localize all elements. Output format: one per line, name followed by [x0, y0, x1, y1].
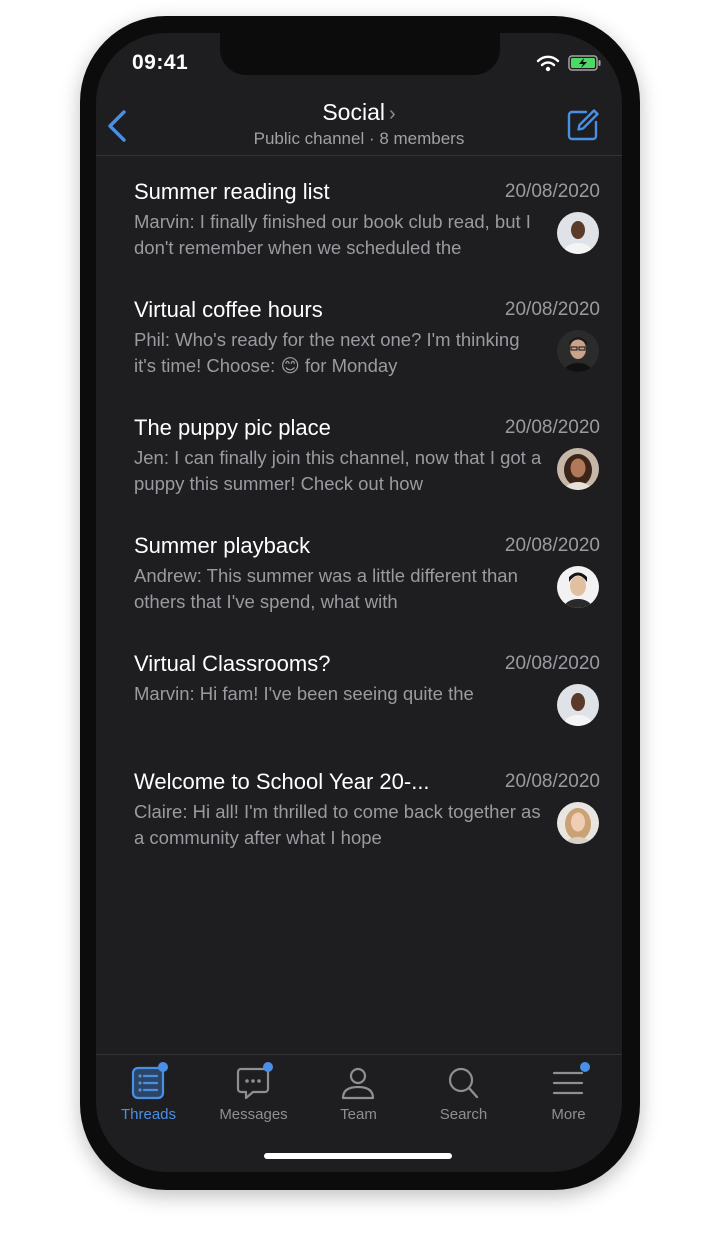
home-indicator[interactable] [264, 1153, 452, 1159]
app-screen: 09:41 Social › Public channel · 8 members… [96, 33, 622, 1172]
thread-date: 20/08/2020 [504, 653, 600, 674]
avatar-jen [557, 448, 599, 490]
avatar-marvin [557, 684, 599, 726]
tab-more[interactable]: More [516, 1060, 621, 1130]
thread-title: Welcome to School Year 20-... [134, 769, 430, 794]
thread-item[interactable]: Welcome to School Year 20-... 20/08/2020… [96, 769, 622, 887]
tab-label: Team [340, 1106, 377, 1123]
thread-title: Summer reading list [134, 179, 330, 204]
search-icon [448, 1067, 479, 1099]
thread-title: The puppy pic place [134, 415, 331, 440]
tab-threads[interactable]: Threads [96, 1060, 201, 1130]
avatar-marvin [557, 212, 599, 254]
thread-item[interactable]: Summer playback 20/08/2020 Andrew: This … [96, 533, 622, 651]
avatar-claire [557, 802, 599, 844]
thread-title: Virtual coffee hours [134, 297, 323, 322]
thread-preview: Phil: Who's ready for the next one? I'm … [134, 329, 520, 376]
thread-title: Summer playback [134, 533, 311, 558]
thread-date: 20/08/2020 [504, 535, 600, 556]
tabbar-divider [96, 1054, 622, 1055]
thread-item[interactable]: The puppy pic place 20/08/2020 Jen: I ca… [96, 415, 622, 533]
team-icon [341, 1067, 375, 1100]
thread-preview: Marvin: I finally finished our book club… [134, 211, 531, 258]
channel-title: Social [322, 99, 385, 125]
thread-item[interactable]: Virtual Classrooms? 20/08/2020 Marvin: H… [96, 651, 622, 769]
tab-team[interactable]: Team [306, 1060, 411, 1130]
thread-preview: Andrew: This summer was a little differe… [134, 565, 518, 612]
header-divider [96, 155, 622, 156]
channel-subtitle: Public channel · 8 members [253, 129, 465, 148]
tab-badge-dot [263, 1062, 273, 1072]
tab-label: Search [439, 1106, 488, 1123]
thread-date: 20/08/2020 [504, 299, 600, 320]
thread-item[interactable]: Summer reading list 20/08/2020 Marvin: I… [96, 179, 622, 297]
tab-label: More [551, 1106, 586, 1123]
chevron-right-icon: › [388, 103, 396, 125]
tab-badge-dot [580, 1062, 590, 1072]
status-time: 09:41 [132, 51, 189, 74]
tab-messages[interactable]: Messages [201, 1060, 306, 1130]
notch [220, 33, 500, 75]
channel-title-button[interactable]: Social › [96, 99, 622, 126]
avatar-andrew [557, 566, 599, 608]
wifi-icon [536, 55, 560, 72]
thread-preview: Claire: Hi all! I'm thrilled to come bac… [134, 801, 541, 848]
thread-date: 20/08/2020 [504, 181, 600, 202]
tab-badge-dot [158, 1062, 168, 1072]
tab-search[interactable]: Search [411, 1060, 516, 1130]
thread-date: 20/08/2020 [504, 417, 600, 438]
thread-date: 20/08/2020 [504, 771, 600, 792]
thread-item[interactable]: Virtual coffee hours 20/08/2020 Phil: Wh… [96, 297, 622, 415]
thread-preview: Jen: I can finally join this channel, no… [134, 447, 542, 494]
compose-icon[interactable] [566, 108, 600, 142]
battery-charging-icon [568, 55, 601, 71]
tab-label: Threads [120, 1106, 177, 1123]
avatar-phil [557, 330, 599, 372]
thread-preview: Marvin: Hi fam! I've been seeing quite t… [134, 683, 474, 704]
tab-label: Messages [219, 1106, 288, 1123]
thread-title: Virtual Classrooms? [134, 651, 331, 676]
